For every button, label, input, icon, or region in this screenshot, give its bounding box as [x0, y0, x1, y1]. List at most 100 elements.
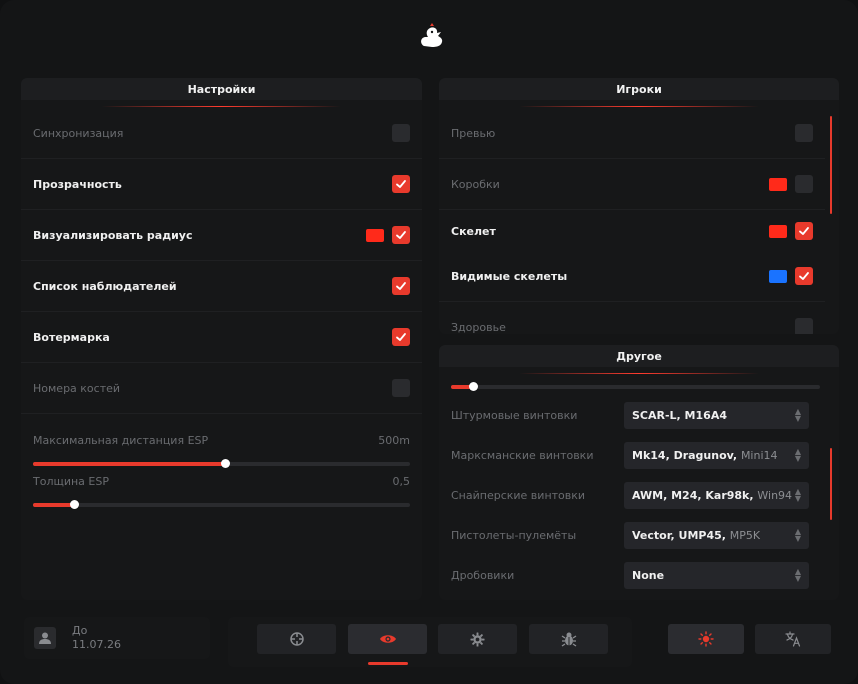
- weapon-select-value-main: Mk14, Dragunov,: [632, 448, 741, 462]
- players-scrollbar[interactable]: [830, 116, 832, 214]
- weapon-select-value: SCAR-L, M16A4: [632, 409, 727, 422]
- players-row: Коробки: [439, 159, 825, 210]
- checkbox[interactable]: [392, 175, 410, 193]
- checkbox[interactable]: [392, 226, 410, 244]
- weapon-select-value-muted: Mini14: [740, 448, 778, 462]
- active-tab-indicator: [368, 662, 408, 665]
- weapon-select-row: Снайперские винтовки AWM, M24, Kar98k, Wi…: [439, 475, 821, 515]
- settings-panel: Настройки Синхронизация Прозрачность Визуа…: [21, 78, 422, 600]
- checkmark-icon: [799, 227, 809, 235]
- players-panel-title: Игроки: [439, 78, 839, 100]
- checkbox[interactable]: [795, 318, 813, 334]
- expiry-date: 11.07.26: [72, 638, 121, 651]
- color-picker-swatch[interactable]: [769, 224, 787, 238]
- settings-row-label: Номера костей: [33, 381, 121, 395]
- color-picker-swatch[interactable]: [769, 269, 787, 283]
- players-row-label: Коробки: [451, 177, 500, 191]
- other-scrollbar[interactable]: [830, 448, 832, 520]
- weapon-select-dropdown[interactable]: Mk14, Dragunov, Mini14 ▲ ▼: [624, 441, 809, 469]
- players-row: Видимые скелеты: [439, 251, 825, 302]
- translate-icon: [785, 631, 801, 647]
- weapon-select-value-main: Vector, UMP45,: [632, 528, 730, 542]
- nav-visuals-button[interactable]: [348, 624, 427, 654]
- weapon-select-value: Vector, UMP45, MP5K: [632, 529, 760, 542]
- settings-row-label: Список наблюдателей: [33, 279, 177, 293]
- slider-track[interactable]: [33, 459, 410, 468]
- expiry-label: До: [72, 624, 88, 637]
- weapon-select-value: AWM, M24, Kar98k, Win94: [632, 489, 792, 502]
- players-row: Здоровье: [439, 302, 825, 334]
- weapon-select-row: Марксманские винтовки Mk14, Dragunov, Min…: [439, 435, 821, 475]
- slider-knob[interactable]: [469, 382, 479, 391]
- checkmark-icon: [396, 180, 406, 188]
- user-icon: [39, 632, 51, 644]
- weapon-select-dropdown[interactable]: None ▲ ▼: [624, 561, 809, 589]
- other-panel-title: Другое: [439, 345, 839, 367]
- players-panel: Игроки Превью Коробки Скелет Видимые скелет…: [439, 78, 839, 334]
- slider-fill: [33, 462, 226, 466]
- weapon-select-value-main: None: [632, 568, 665, 582]
- players-row: Превью: [439, 108, 825, 159]
- weapon-select-label: Марксманские винтовки: [451, 448, 594, 462]
- players-row-label: Скелет: [451, 224, 496, 238]
- checkbox[interactable]: [392, 328, 410, 346]
- crosshair-icon: [289, 632, 304, 646]
- weapon-select-value-main: SCAR-L, M16A4: [632, 408, 727, 422]
- updown-arrows-icon: ▲ ▼: [794, 527, 801, 543]
- nav-misc-button[interactable]: [529, 624, 608, 654]
- weapon-select-row: Штурмовые винтовки SCAR-L, M16A4 ▲ ▼: [439, 395, 821, 435]
- settings-row-label: Прозрачность: [33, 177, 122, 191]
- weapon-select-dropdown[interactable]: Vector, UMP45, MP5K ▲ ▼: [624, 521, 809, 549]
- settings-title-underline: [101, 106, 341, 107]
- settings-row: Визуализировать радиус: [21, 210, 422, 261]
- slider-knob[interactable]: [70, 500, 80, 509]
- other-title-underline: [519, 373, 759, 374]
- duck-icon: [421, 23, 443, 47]
- settings-row: Вотермарка: [21, 312, 422, 363]
- weapon-select-value-main: AWM, M24, Kar98k,: [632, 488, 758, 502]
- settings-row: Список наблюдателей: [21, 261, 422, 312]
- nav-aim-button[interactable]: [257, 624, 336, 654]
- user-info: До 11.07.26: [24, 617, 210, 659]
- avatar: [34, 627, 56, 649]
- weapon-select-dropdown[interactable]: SCAR-L, M16A4 ▲ ▼: [624, 401, 809, 429]
- updown-arrows-icon: ▲ ▼: [794, 487, 801, 503]
- color-picker-swatch[interactable]: [769, 177, 787, 191]
- slider-knob[interactable]: [221, 459, 231, 468]
- settings-row: Синхронизация: [21, 108, 422, 159]
- slider-track[interactable]: [33, 500, 410, 509]
- checkbox[interactable]: [795, 175, 813, 193]
- sun-icon: [698, 631, 714, 647]
- updown-arrows-icon: ▲ ▼: [794, 447, 801, 463]
- checkmark-icon: [396, 282, 406, 290]
- slider-fill: [33, 503, 75, 507]
- language-button[interactable]: [755, 624, 831, 654]
- weapon-select-value: None: [632, 569, 664, 582]
- nav-settings-button[interactable]: [438, 624, 517, 654]
- checkmark-icon: [396, 231, 406, 239]
- weapon-select-dropdown[interactable]: AWM, M24, Kar98k, Win94 ▲ ▼: [624, 481, 809, 509]
- slider-value: 500m: [378, 434, 410, 447]
- weapon-select-label: Снайперские винтовки: [451, 488, 586, 502]
- checkbox[interactable]: [795, 222, 813, 240]
- settings-row-label: Вотермарка: [33, 330, 110, 344]
- weapon-select-value-muted: Win94: [757, 488, 793, 502]
- weapon-select-row: Дробовики None ▲ ▼: [439, 555, 821, 595]
- settings-row: Номера костей: [21, 363, 422, 414]
- slider-label-row: Максимальная дистанция ESP 500m: [33, 434, 410, 447]
- theme-button[interactable]: [668, 624, 744, 654]
- app-window: Настройки Синхронизация Прозрачность Визуа…: [0, 0, 858, 684]
- settings-panel-title: Настройки: [21, 78, 422, 100]
- gear-icon: [470, 631, 485, 647]
- checkbox[interactable]: [392, 277, 410, 295]
- checkbox[interactable]: [795, 124, 813, 142]
- color-picker-swatch[interactable]: [366, 228, 384, 242]
- checkbox[interactable]: [392, 379, 410, 397]
- checkbox[interactable]: [392, 124, 410, 142]
- weapon-select-value-muted: MP5K: [729, 528, 761, 542]
- other-top-slider[interactable]: [451, 382, 820, 391]
- settings-row-label: Синхронизация: [33, 126, 124, 140]
- updown-arrows-icon: ▲ ▼: [794, 567, 801, 583]
- checkbox[interactable]: [795, 267, 813, 285]
- slider-value: 0,5: [392, 475, 411, 488]
